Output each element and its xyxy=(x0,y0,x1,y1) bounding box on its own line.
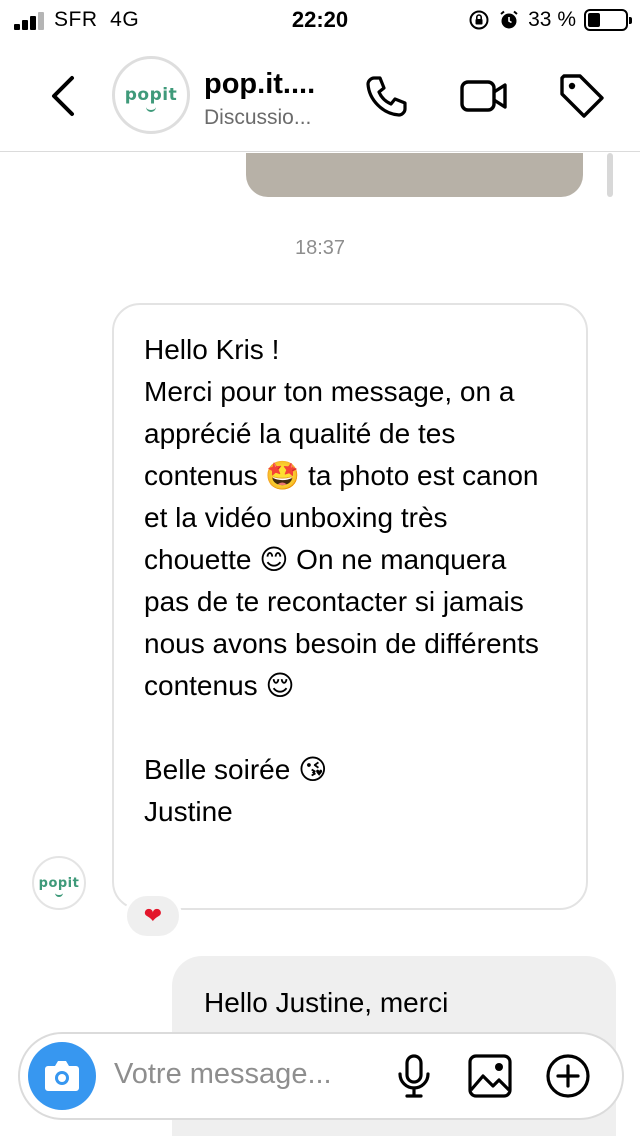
message-thread[interactable]: 18:37 Hello Kris ! Merci pour ton messag… xyxy=(0,153,640,1136)
message-line: Merci pour ton message, on a apprécié la… xyxy=(144,376,539,701)
battery-level-fill xyxy=(588,13,600,27)
battery-percentage: 33 % xyxy=(528,8,576,31)
tag-icon[interactable] xyxy=(556,70,608,122)
message-line: Belle soirée 😘 xyxy=(144,754,328,785)
contact-name[interactable]: pop.it.... xyxy=(204,68,315,101)
contact-status[interactable]: Discussio... xyxy=(204,106,311,130)
phone-icon[interactable] xyxy=(360,70,412,122)
popit-logo: popit xyxy=(38,875,80,897)
contact-avatar[interactable]: popit xyxy=(112,56,190,134)
sender-avatar[interactable]: popit xyxy=(32,856,86,910)
plus-circle-icon[interactable] xyxy=(544,1052,592,1100)
status-indicators: 33 % xyxy=(468,7,632,33)
message-line: Hello Kris ! xyxy=(144,334,280,365)
chat-header: popit pop.it.... Discussio... xyxy=(0,40,640,152)
sent-message-text: Hello Justine, merci xyxy=(204,987,449,1018)
camera-icon xyxy=(45,1061,79,1091)
received-message-bubble[interactable]: Hello Kris ! Merci pour ton message, on … xyxy=(112,303,588,910)
message-input[interactable]: Votre message... xyxy=(114,1058,332,1091)
orientation-lock-icon xyxy=(469,10,489,30)
message-line: Justine xyxy=(144,796,233,827)
video-camera-icon[interactable] xyxy=(458,70,510,122)
heart-icon: ❤ xyxy=(143,903,163,928)
microphone-icon[interactable] xyxy=(390,1052,438,1100)
heart-reaction[interactable]: ❤ xyxy=(124,893,182,939)
status-bar: SFR 4G 22:20 33 % xyxy=(0,0,640,40)
previous-media-message[interactable] xyxy=(246,153,583,197)
popit-logo: popit xyxy=(124,85,178,112)
scrollbar[interactable] xyxy=(607,153,613,197)
alarm-icon xyxy=(500,10,518,29)
message-composer: Votre message... xyxy=(18,1032,624,1120)
image-gallery-icon[interactable] xyxy=(466,1052,514,1100)
camera-button[interactable] xyxy=(28,1042,96,1110)
back-chevron-icon[interactable] xyxy=(40,68,88,124)
message-timestamp: 18:37 xyxy=(294,237,346,259)
battery-icon xyxy=(584,9,632,31)
